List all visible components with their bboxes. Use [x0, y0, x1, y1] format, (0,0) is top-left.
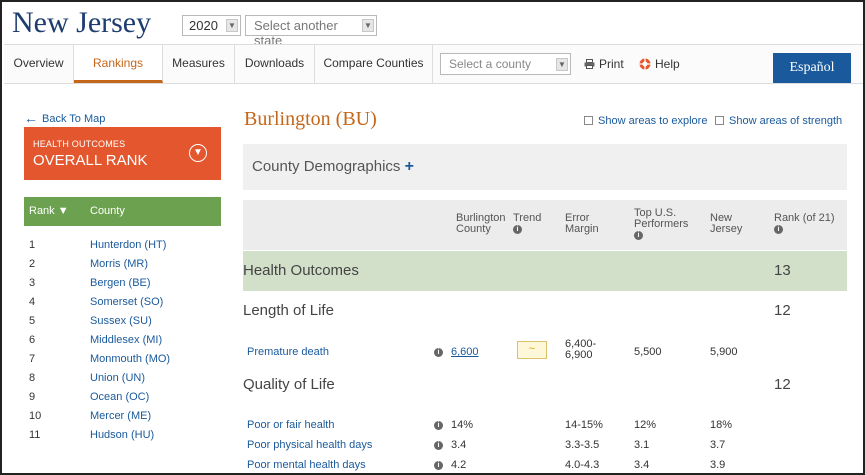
county-link[interactable]: Morris (MR) — [90, 255, 148, 274]
measure-value-link[interactable]: 6,600 — [451, 345, 479, 359]
info-icon[interactable]: i — [434, 440, 443, 450]
tab-overview[interactable]: Overview — [4, 45, 74, 83]
arrow-left-icon: ← — [24, 110, 38, 126]
chevron-down-icon: ▼ — [226, 19, 238, 32]
chevron-down-circle-icon: ▼ — [189, 144, 207, 162]
error-margin: 6,400- 6,900 — [565, 338, 597, 361]
measure-link[interactable]: Poor physical health days — [247, 438, 372, 452]
year-value: 2020 — [189, 18, 218, 33]
tab-downloads[interactable]: Downloads — [235, 45, 315, 83]
measure-row-poor-mental-health-days: Poor mental health days i 4.2 4.0-4.3 3.… — [247, 458, 726, 472]
col-header-error-margin: Error Margin — [565, 212, 599, 235]
county-rank-row: 11 Hudson (HU) — [24, 426, 221, 445]
section-quality-of-life: Quality of Life 12 — [243, 376, 791, 393]
chevron-down-icon: ▼ — [556, 58, 568, 71]
section-rank: 12 — [774, 302, 791, 319]
sort-down-icon: ▼ — [57, 205, 69, 217]
checkbox-icon — [584, 116, 593, 125]
county-link[interactable]: Middlesex (MI) — [90, 331, 162, 350]
info-icon[interactable]: i — [513, 224, 522, 234]
county-link[interactable]: Union (UN) — [90, 369, 145, 388]
info-icon[interactable]: i — [774, 224, 783, 234]
county-rank-row: 2 Morris (MR) — [24, 255, 221, 274]
page-frame: New Jersey 2020 ▼ Select another state ▼… — [0, 0, 865, 475]
nav-bar: Overview Rankings Measures Downloads Com… — [4, 44, 863, 84]
section-health-outcomes: Health Outcomes 13 — [243, 251, 847, 291]
county-rank-row: 7 Monmouth (MO) — [24, 350, 221, 369]
tab-measures[interactable]: Measures — [163, 45, 235, 83]
county-rank-row: 10 Mercer (ME) — [24, 407, 221, 426]
rank-table-header: Rank ▼ County — [24, 197, 221, 226]
county-rank-row: 6 Middlesex (MI) — [24, 331, 221, 350]
printer-icon — [584, 59, 595, 69]
county-link[interactable]: Mercer (ME) — [90, 407, 151, 426]
col-header-rank: Rank (of 21) i — [774, 212, 835, 234]
print-label: Print — [599, 57, 624, 71]
year-select[interactable]: 2020 ▼ — [182, 15, 241, 36]
measure-link[interactable]: Poor mental health days — [247, 458, 366, 472]
tab-rankings[interactable]: Rankings — [74, 45, 163, 83]
demographics-label: County Demographics — [252, 158, 401, 175]
back-to-map-link[interactable]: ← Back To Map — [24, 110, 105, 126]
info-icon[interactable]: i — [634, 230, 643, 240]
section-length-of-life: Length of Life 12 — [243, 302, 791, 319]
info-icon[interactable]: i — [434, 460, 443, 470]
county-title: Burlington (BU) — [244, 108, 377, 130]
col-header-county: Burlington County — [456, 212, 506, 235]
trend-graph-icon[interactable]: ~ — [517, 341, 547, 359]
col-header-top-performers: Top U.S. Performers i — [634, 207, 689, 240]
measure-row-poor-fair-health: Poor or fair health i 14% 14-15% 12% 18% — [247, 418, 733, 432]
show-areas-of-strength-checkbox[interactable]: Show areas of strength — [715, 115, 842, 127]
county-select-placeholder: Select a county — [449, 57, 532, 71]
county-rank-row: 4 Somerset (SO) — [24, 293, 221, 312]
info-icon[interactable]: i — [434, 420, 443, 430]
county-link[interactable]: Hudson (HU) — [90, 426, 154, 445]
county-rank-row: 9 Ocean (OC) — [24, 388, 221, 407]
measure-link[interactable]: Poor or fair health — [247, 418, 334, 432]
info-icon[interactable]: i — [434, 347, 443, 357]
state-title: New Jersey — [12, 6, 152, 39]
county-link[interactable]: Somerset (SO) — [90, 293, 163, 312]
county-link[interactable]: Ocean (OC) — [90, 388, 149, 407]
county-rank-row: 8 Union (UN) — [24, 369, 221, 388]
measure-link[interactable]: Premature death — [247, 345, 329, 359]
measure-row-poor-physical-health-days: Poor physical health days i 3.4 3.3-3.5 … — [247, 438, 726, 452]
show-areas-to-explore-checkbox[interactable]: Show areas to explore — [584, 115, 707, 127]
county-link[interactable]: Bergen (BE) — [90, 274, 151, 293]
help-label: Help — [655, 57, 680, 71]
col-header-state: New Jersey — [710, 212, 743, 235]
county-rank-row: 5 Sussex (SU) — [24, 312, 221, 331]
county-select[interactable]: Select a county ▼ — [440, 53, 571, 75]
overall-rank-selector[interactable]: HEALTH OUTCOMES OVERALL RANK ▼ — [24, 127, 221, 180]
overall-rank-label: OVERALL RANK — [33, 152, 148, 169]
plus-icon: + — [404, 158, 414, 175]
measure-row-premature-death: Premature death i 6,600 ~ 6,400- 6,900 5,… — [247, 338, 738, 361]
state-select[interactable]: Select another state ▼ — [245, 15, 377, 48]
health-outcomes-label: HEALTH OUTCOMES — [33, 139, 126, 149]
rank-sort-header[interactable]: Rank ▼ — [29, 197, 69, 226]
measures-table-header: Burlington County Trend i Error Margin Top … — [243, 200, 847, 250]
county-sort-header[interactable]: County — [90, 197, 125, 226]
tab-compare-counties[interactable]: Compare Counties — [315, 45, 433, 83]
county-demographics-toggle[interactable]: County Demographics + — [243, 144, 847, 190]
county-link[interactable]: Hunterdon (HT) — [90, 236, 166, 255]
help-lifebuoy-icon — [639, 58, 651, 70]
checkbox-icon — [715, 116, 724, 125]
county-rank-row: 1 Hunterdon (HT) — [24, 236, 221, 255]
county-link[interactable]: Monmouth (MO) — [90, 350, 170, 369]
county-rank-row: 3 Bergen (BE) — [24, 274, 221, 293]
section-rank: 12 — [774, 376, 791, 393]
col-header-trend: Trend i — [513, 212, 542, 234]
county-link[interactable]: Sussex (SU) — [90, 312, 152, 331]
print-button[interactable]: Print — [584, 57, 624, 71]
help-button[interactable]: Help — [639, 57, 680, 71]
section-rank: 13 — [774, 262, 791, 279]
chevron-down-icon: ▼ — [362, 19, 374, 32]
back-to-map-label: Back To Map — [42, 113, 106, 125]
espanol-button[interactable]: Español — [773, 53, 851, 83]
